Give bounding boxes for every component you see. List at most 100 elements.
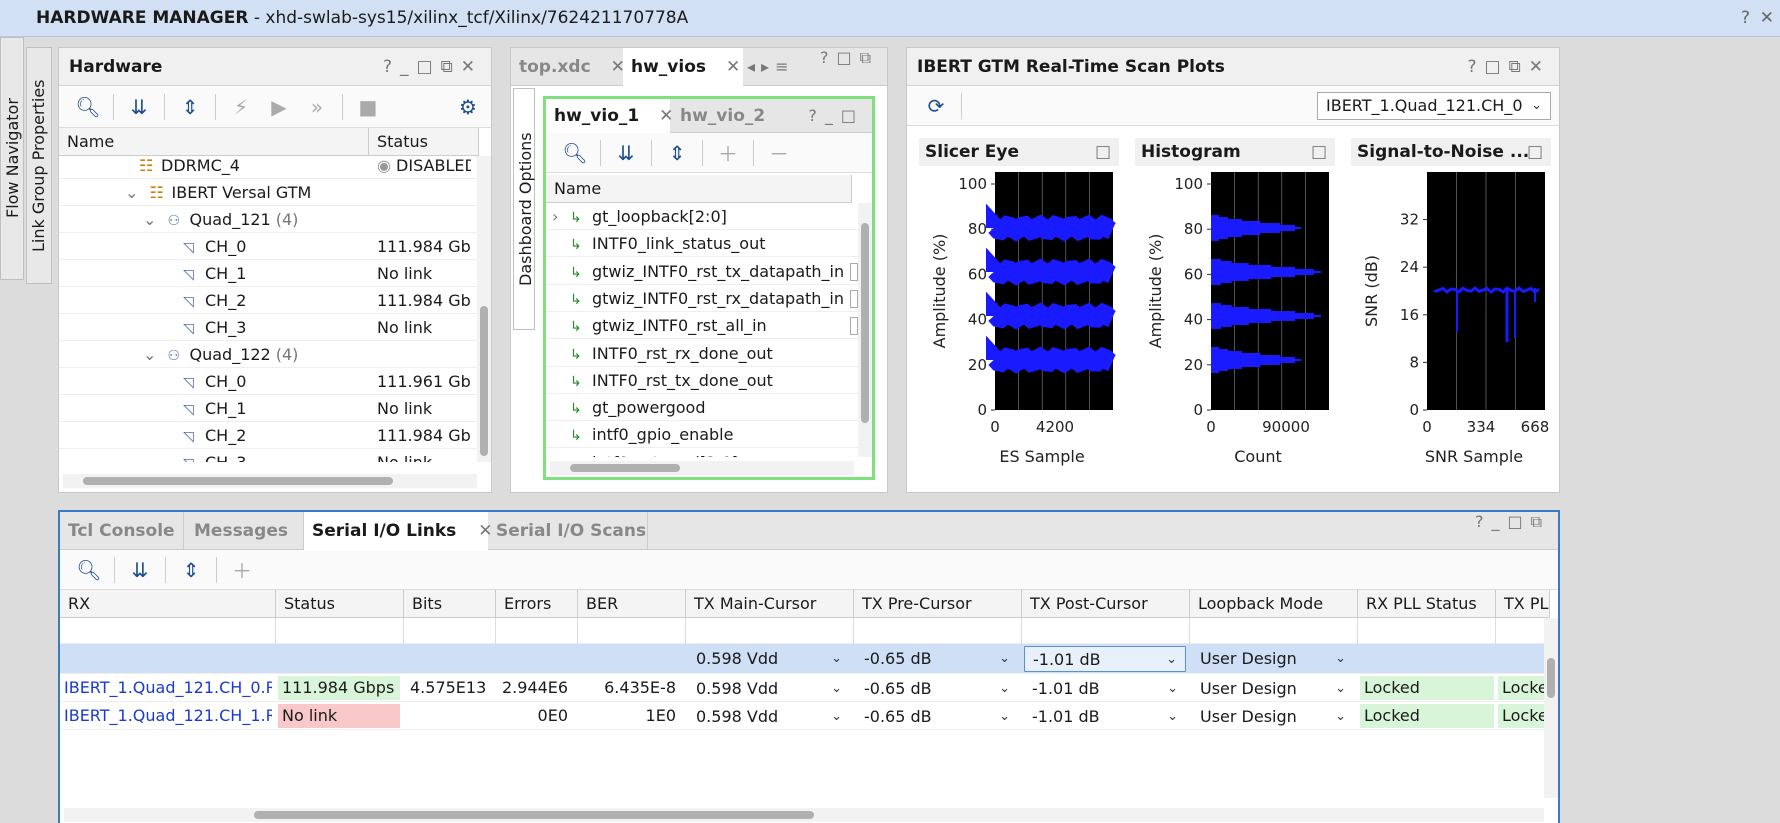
help-icon[interactable]: ?: [1741, 0, 1750, 37]
tab-top-xdc[interactable]: top.xdc ✕: [511, 48, 625, 86]
plug-icon[interactable]: ⚡︎: [224, 92, 258, 122]
column-header[interactable]: Status: [276, 590, 404, 618]
tree-row[interactable]: ◹ CH_1 No link: [59, 260, 479, 287]
filter-cell[interactable]: [854, 618, 1022, 644]
vio-probe-row[interactable]: › ↳ gt_loopback[2:0]: [546, 203, 858, 230]
group-row[interactable]: 0.598 Vdd ⌄ -0.65 dB ⌄ -1.01 dB ⌄ User Design ⌄: [60, 644, 1546, 674]
cell-dropdown[interactable]: User Design ⌄: [1192, 704, 1354, 730]
collapse-all-icon[interactable]: ⇊: [609, 138, 643, 168]
maximize-icon[interactable]: □: [1527, 138, 1543, 166]
tree-row[interactable]: ◹ CH_0 111.984 Gbps: [59, 233, 479, 260]
filter-cell[interactable]: [404, 618, 496, 644]
tree-row[interactable]: ⌄ ☷ IBERT Versal GTM: [59, 179, 479, 206]
filter-cell[interactable]: [1358, 618, 1496, 644]
probe-value-box[interactable]: [850, 317, 858, 336]
expand-arrow-icon[interactable]: ›: [552, 203, 570, 230]
cell-dropdown[interactable]: -0.65 dB ⌄: [856, 676, 1018, 702]
filter-cell[interactable]: [496, 618, 578, 644]
cell-dropdown[interactable]: User Design ⌄: [1192, 646, 1354, 672]
column-header[interactable]: TX PL: [1496, 590, 1550, 618]
expand-arrow-icon[interactable]: ⌄: [143, 345, 162, 364]
links-vscroll[interactable]: [1544, 618, 1558, 798]
expand-all-icon[interactable]: ⇕: [174, 555, 208, 585]
add-icon[interactable]: ＋: [225, 555, 259, 585]
column-header[interactable]: TX Main-Cursor: [686, 590, 854, 618]
cell-dropdown[interactable]: -1.01 dB ⌄: [1024, 646, 1186, 672]
probe-value-box[interactable]: [850, 289, 858, 308]
dashboard-options-tab[interactable]: Dashboard Options: [513, 88, 535, 330]
filter-cell[interactable]: [60, 618, 276, 644]
expand-arrow-icon[interactable]: ⌄: [143, 210, 162, 229]
panel-controls[interactable]: ?□⧉✕: [1468, 48, 1551, 86]
vio-probe-row[interactable]: ↳ INTF0_rst_tx_done_out: [546, 367, 858, 394]
channel-select[interactable]: IBERT_1.Quad_121.CH_0 ⌄: [1317, 92, 1551, 120]
add-icon[interactable]: ＋: [711, 138, 745, 168]
column-header-status[interactable]: Status: [369, 128, 479, 156]
vio-hscroll[interactable]: [550, 461, 854, 475]
cell-dropdown[interactable]: -0.65 dB ⌄: [856, 646, 1018, 672]
filter-cell[interactable]: [1190, 618, 1358, 644]
tab-messages[interactable]: Messages: [186, 512, 304, 550]
column-header-name[interactable]: Name: [59, 128, 369, 156]
probe-value-box[interactable]: [850, 262, 858, 281]
table-row[interactable]: IBERT_1.Quad_121.CH_1.RX No link 0E0 1E0 0.5…: [60, 702, 1548, 730]
cell-dropdown[interactable]: -1.01 dB ⌄: [1024, 704, 1186, 730]
cell-dropdown[interactable]: -1.01 dB ⌄: [1024, 676, 1186, 702]
tab-serial-io-links[interactable]: Serial I/O Links ✕: [304, 512, 492, 550]
panel-controls[interactable]: ?_□⧉✕: [383, 48, 483, 86]
tree-row[interactable]: ◹ CH_1 No link: [59, 395, 479, 422]
search-icon[interactable]: 🔍︎: [72, 555, 106, 585]
collapse-all-icon[interactable]: ⇊: [122, 92, 156, 122]
cell-dropdown[interactable]: -0.65 dB ⌄: [856, 704, 1018, 730]
search-icon[interactable]: 🔍︎: [558, 138, 592, 168]
panel-controls[interactable]: ?_□⧉: [1475, 512, 1550, 532]
maximize-icon[interactable]: □: [1311, 138, 1327, 166]
cell-rx[interactable]: IBERT_1.Quad_121.CH_1.RX: [62, 704, 272, 728]
tree-row[interactable]: ☷ DDRMC_4 ◉ DISABLED: [59, 156, 479, 179]
maximize-icon[interactable]: □: [1095, 138, 1111, 166]
column-header[interactable]: BER: [578, 590, 686, 618]
filter-cell[interactable]: [578, 618, 686, 644]
link-group-properties-tab[interactable]: Link Group Properties: [26, 47, 52, 284]
hardware-vscroll[interactable]: [477, 156, 491, 462]
links-hscroll[interactable]: [64, 808, 1544, 822]
tree-row[interactable]: ◹CH_3No link: [59, 449, 479, 462]
cell-dropdown[interactable]: User Design ⌄: [1192, 676, 1354, 702]
tab-serial-io-scans[interactable]: Serial I/O Scans: [488, 512, 648, 550]
vio-probe-row[interactable]: ›↳intf0_rate_sel[3:0]: [546, 449, 858, 457]
expand-all-icon[interactable]: ⇕: [660, 138, 694, 168]
vio-probe-row[interactable]: ↳ gt_powergood: [546, 394, 858, 422]
vio-probe-row[interactable]: ↳ INTF0_rst_rx_done_out: [546, 340, 858, 367]
vio-probe-row[interactable]: ↳ gtwiz_INTF0_rst_all_in: [546, 312, 858, 340]
vio-column-name[interactable]: Name: [546, 175, 852, 203]
tree-row[interactable]: ⌄ ⚇ Quad_121 (4): [59, 206, 479, 233]
filter-cell[interactable]: [1022, 618, 1190, 644]
search-icon[interactable]: 🔍︎: [71, 92, 105, 122]
tree-row[interactable]: ◹ CH_2 111.984 Gbps: [59, 287, 479, 314]
cell-dropdown[interactable]: 0.598 Vdd ⌄: [688, 676, 850, 702]
run-icon[interactable]: ▶: [262, 92, 296, 122]
expand-all-icon[interactable]: ⇕: [173, 92, 207, 122]
flow-navigator-tab[interactable]: Flow Navigator: [0, 37, 24, 280]
vio-probe-row[interactable]: ↳ INTF0_link_status_out: [546, 230, 858, 258]
cell-dropdown[interactable]: 0.598 Vdd ⌄: [688, 646, 850, 672]
vio-probe-row[interactable]: ↳ gtwiz_INTF0_rst_rx_datapath_in: [546, 285, 858, 312]
close-icon[interactable]: ✕: [1760, 0, 1774, 37]
panel-controls[interactable]: ?_□: [808, 99, 864, 133]
column-header[interactable]: RX: [60, 590, 276, 618]
collapse-all-icon[interactable]: ⇊: [123, 555, 157, 585]
filter-cell[interactable]: [1496, 618, 1550, 644]
tab-hw-vios[interactable]: hw_vios ✕: [623, 48, 743, 86]
hardware-hscroll[interactable]: [63, 474, 477, 488]
table-row[interactable]: IBERT_1.Quad_121.CH_0.RX 111.984 Gbps 4.57…: [60, 674, 1548, 702]
column-header[interactable]: RX PLL Status: [1358, 590, 1496, 618]
stop-icon[interactable]: ■: [351, 92, 385, 122]
filter-cell[interactable]: [276, 618, 404, 644]
column-header[interactable]: Errors: [496, 590, 578, 618]
column-header[interactable]: TX Pre-Cursor: [854, 590, 1022, 618]
filter-cell[interactable]: [686, 618, 854, 644]
run-all-icon[interactable]: »: [300, 92, 334, 122]
tree-row[interactable]: ◹CH_3No link: [59, 314, 479, 341]
expand-arrow-icon[interactable]: ⌄: [125, 183, 144, 202]
gear-icon[interactable]: ⚙: [451, 92, 485, 122]
